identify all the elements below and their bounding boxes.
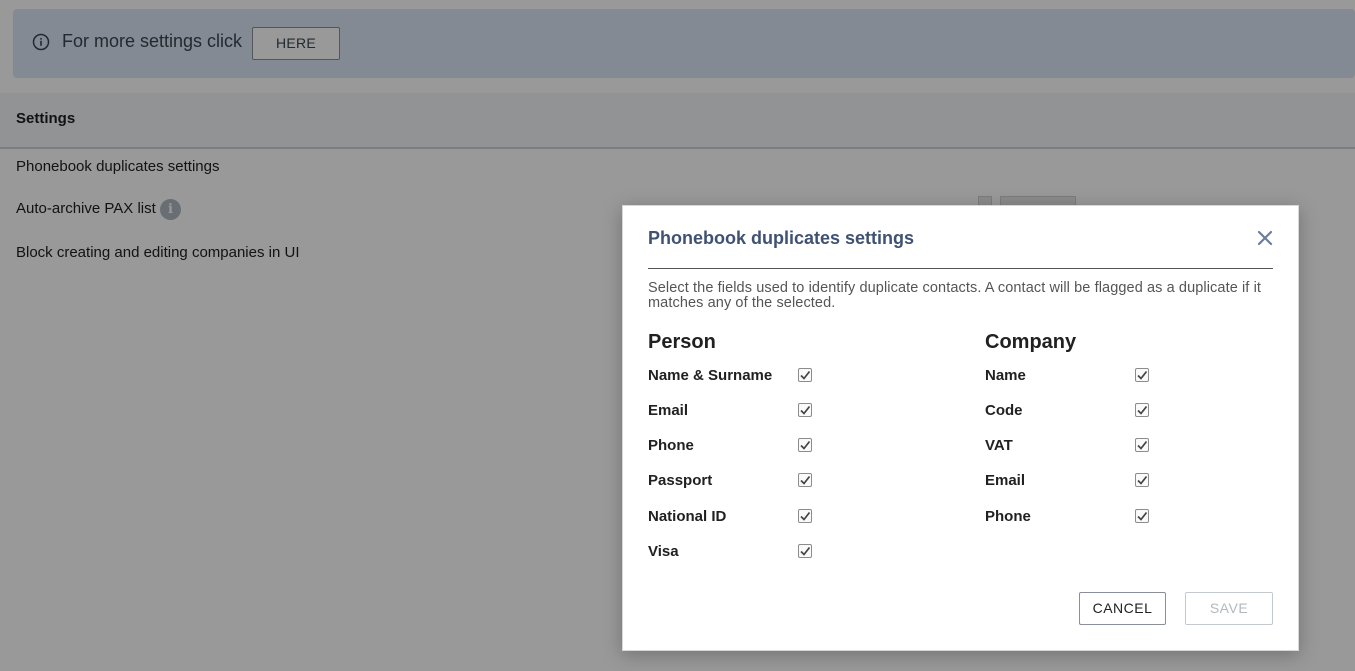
company-code-checkbox[interactable]: [1135, 403, 1149, 417]
company-name-checkbox[interactable]: [1135, 368, 1149, 382]
person-visa-checkbox[interactable]: [798, 544, 812, 558]
company-field-label: Phone: [985, 508, 1031, 525]
modal-divider: [648, 268, 1273, 269]
close-icon[interactable]: [1255, 228, 1275, 248]
person-passport-checkbox[interactable]: [798, 473, 812, 487]
company-field-label: VAT: [985, 437, 1013, 454]
person-phone-checkbox[interactable]: [798, 438, 812, 452]
person-field-label: Visa: [648, 543, 679, 560]
person-field-label: Email: [648, 402, 689, 419]
modal-title: Phonebook duplicates settings: [648, 228, 915, 248]
modal-description: Select the fields used to identify dupli…: [648, 280, 1262, 311]
person-field-label: Phone: [648, 437, 694, 454]
cancel-button[interactable]: CANCEL: [1079, 592, 1166, 625]
company-phone-checkbox[interactable]: [1135, 509, 1149, 523]
person-email-checkbox[interactable]: [798, 403, 812, 417]
company-field-label: Email: [985, 472, 1026, 489]
save-button[interactable]: SAVE: [1185, 592, 1273, 625]
company-field-label: Name: [985, 367, 1026, 384]
person-field-label: Passport: [648, 472, 713, 489]
company-email-checkbox[interactable]: [1135, 473, 1149, 487]
phonebook-duplicates-modal: Phonebook duplicates settings Select the…: [622, 205, 1299, 651]
person-national-id-checkbox[interactable]: [798, 509, 812, 523]
person-field-label: National ID: [648, 508, 727, 525]
company-field-label: Code: [985, 402, 1023, 419]
person-column-title: Person: [648, 331, 716, 353]
person-field-label: Name & Surname: [648, 367, 773, 384]
person-name-surname-checkbox[interactable]: [798, 368, 812, 382]
company-vat-checkbox[interactable]: [1135, 438, 1149, 452]
company-column-title: Company: [985, 331, 1077, 353]
